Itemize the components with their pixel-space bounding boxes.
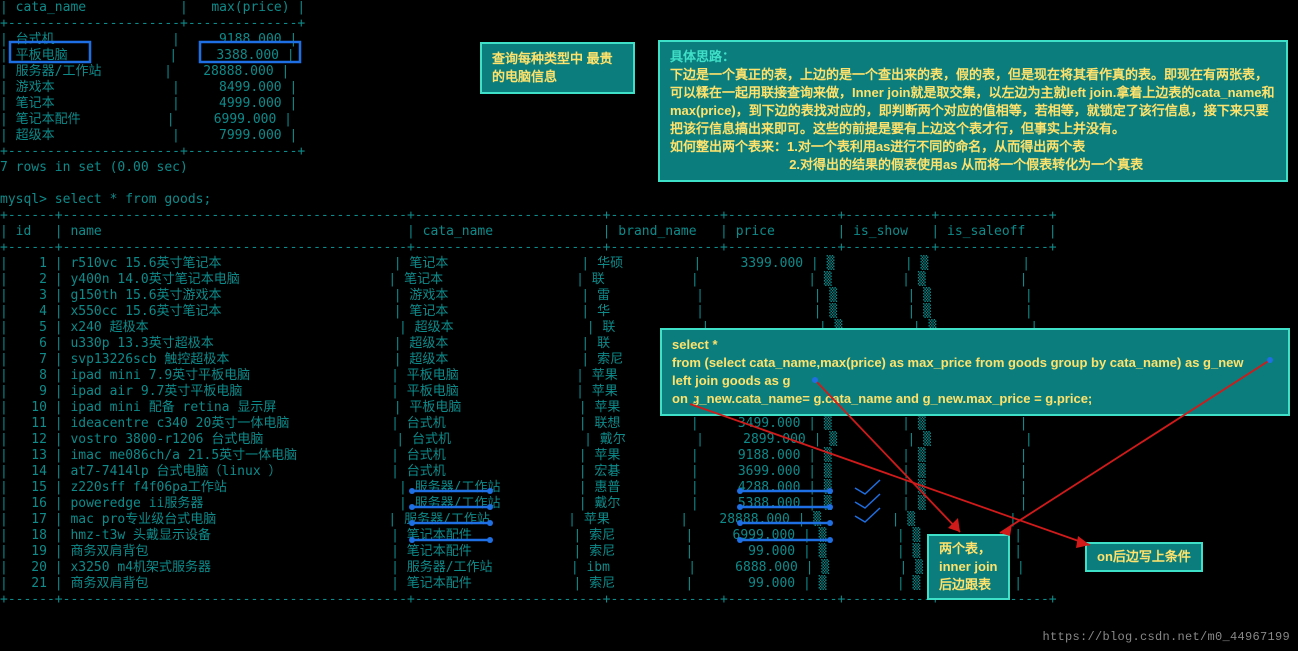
- callout-idea-body: 下边是一个真正的表，上边的是一个查出来的表，假的表，但是现在将其看作真的表。即现…: [670, 66, 1276, 174]
- callout-tip-left: 两个表， inner join 后边跟表: [927, 534, 1010, 600]
- sql-l4: on g_new.cata_name= g.cata_name and g_ne…: [672, 390, 1278, 408]
- callout-tip-right-text: on后边写上条件: [1097, 549, 1191, 564]
- sql-l3: left join goods as g: [672, 372, 1278, 390]
- callout-sql: select * from (select cata_name,max(pric…: [660, 328, 1290, 416]
- callout-query-info-text: 查询每种类型中 最贵的电脑信息: [492, 51, 613, 84]
- callout-idea: 具体思路： 下边是一个真正的表，上边的是一个查出来的表，假的表，但是现在将其看作…: [658, 40, 1288, 182]
- watermark: https://blog.csdn.net/m0_44967199: [1042, 629, 1290, 645]
- callout-query-info: 查询每种类型中 最贵的电脑信息: [480, 42, 635, 94]
- callout-tip-right: on后边写上条件: [1085, 542, 1203, 572]
- callout-tip-left-text: 两个表， inner join 后边跟表: [939, 541, 998, 592]
- sql-l2: from (select cata_name,max(price) as max…: [672, 354, 1278, 372]
- callout-idea-title: 具体思路：: [670, 48, 1276, 66]
- sql-l1: select *: [672, 336, 1278, 354]
